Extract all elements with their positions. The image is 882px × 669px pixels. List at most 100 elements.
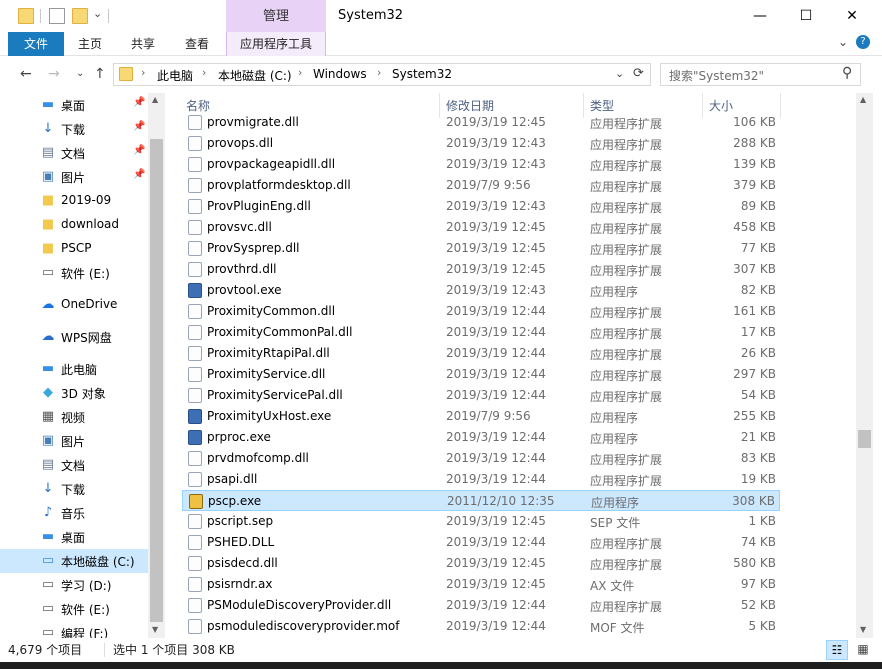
scroll-up-icon[interactable]: ▲ bbox=[860, 95, 866, 104]
nav-item-label: 软件 (E:) bbox=[61, 267, 110, 281]
nav-item[interactable]: ▭ 编程 (F:) bbox=[0, 621, 148, 638]
scroll-down-icon[interactable]: ▼ bbox=[860, 625, 866, 634]
nav-item[interactable]: ▭ 本地磁盘 (C:) bbox=[0, 549, 148, 573]
maximize-button[interactable]: ☐ bbox=[783, 0, 829, 32]
file-row[interactable]: provtool.exe 2019/3/19 12:43 应用程序 82 KB bbox=[182, 280, 780, 301]
help-icon[interactable]: ? bbox=[856, 35, 870, 49]
file-row[interactable]: ProximityUxHost.exe 2019/7/9 9:56 应用程序 255 … bbox=[182, 406, 780, 427]
file-list-scrollbar[interactable]: ▲ ▼ bbox=[856, 93, 873, 638]
tab-share[interactable]: 共享 bbox=[122, 32, 164, 56]
file-row[interactable]: psapi.dll 2019/3/19 12:44 应用程序扩展 19 KB bbox=[182, 469, 780, 490]
nav-item[interactable]: ▬ 桌面 📌 bbox=[0, 93, 148, 117]
file-row[interactable]: psisrndr.ax 2019/3/19 12:45 AX 文件 97 KB bbox=[182, 574, 780, 595]
recent-locations-button[interactable]: ⌄ bbox=[76, 68, 84, 79]
up-button[interactable]: ↑ bbox=[94, 66, 106, 82]
file-row[interactable]: provsvc.dll 2019/3/19 12:45 应用程序扩展 458 KB bbox=[182, 217, 780, 238]
file-row[interactable]: prvdmofcomp.dll 2019/3/19 12:44 应用程序扩展 83 K… bbox=[182, 448, 780, 469]
file-row[interactable]: provmigrate.dll 2019/3/19 12:45 应用程序扩展 106 … bbox=[182, 112, 780, 133]
search-box[interactable]: 搜索"System32" ⚲ bbox=[660, 63, 861, 86]
nav-item[interactable]: ▭ 学习 (D:) bbox=[0, 573, 148, 597]
breadcrumb-windows[interactable]: Windows bbox=[313, 67, 367, 81]
scroll-down-icon[interactable]: ▼ bbox=[152, 625, 158, 634]
expand-ribbon-icon[interactable]: ⌄ bbox=[838, 35, 848, 49]
nav-item[interactable]: ☁ WPS网盘 bbox=[0, 325, 148, 349]
file-row[interactable]: ProximityServicePal.dll 2019/3/19 12:44 应用… bbox=[182, 385, 780, 406]
tab-file[interactable]: 文件 bbox=[8, 32, 64, 56]
breadcrumb-separator[interactable]: › bbox=[377, 66, 381, 79]
customize-quick-access-icon[interactable]: ⌄ bbox=[93, 7, 102, 20]
breadcrumb-local-disk[interactable]: 本地磁盘 (C:) bbox=[218, 67, 292, 84]
nav-item[interactable]: ▦ 视频 bbox=[0, 405, 148, 429]
nav-item[interactable]: ↓ 下载 📌 bbox=[0, 117, 148, 141]
tab-home[interactable]: 主页 bbox=[70, 32, 110, 56]
nav-item[interactable]: ■ PSCP bbox=[0, 237, 148, 261]
nav-item[interactable]: ↓ 下载 bbox=[0, 477, 148, 501]
nav-item[interactable]: ◆ 3D 对象 bbox=[0, 381, 148, 405]
file-size: 297 KB bbox=[733, 367, 776, 381]
dll-file-icon bbox=[188, 472, 202, 487]
column-divider[interactable] bbox=[780, 93, 781, 118]
nav-scroll-thumb[interactable] bbox=[150, 139, 163, 622]
file-row[interactable]: provpackageapidll.dll 2019/3/19 12:43 应用程序… bbox=[182, 154, 780, 175]
file-row[interactable]: provthrd.dll 2019/3/19 12:45 应用程序扩展 307 KB bbox=[182, 259, 780, 280]
file-row[interactable]: ProximityRtapiPal.dll 2019/3/19 12:44 应用程序… bbox=[182, 343, 780, 364]
drive-icon: ▭ bbox=[41, 265, 55, 280]
file-name: ProximityServicePal.dll bbox=[207, 388, 343, 402]
nav-item[interactable]: ☁ OneDrive bbox=[0, 293, 148, 317]
file-row[interactable]: ProvSysprep.dll 2019/3/19 12:45 应用程序扩展 77 K… bbox=[182, 238, 780, 259]
nav-item[interactable]: ▤ 文档 bbox=[0, 453, 148, 477]
scroll-up-icon[interactable]: ▲ bbox=[152, 95, 158, 104]
file-row[interactable]: pscp.exe 2011/12/10 12:35 应用程序 308 KB bbox=[182, 490, 780, 511]
close-button[interactable]: ✕ bbox=[829, 0, 875, 32]
file-row[interactable]: ProximityCommon.dll 2019/3/19 12:44 应用程序扩展… bbox=[182, 301, 780, 322]
breadcrumb-separator[interactable]: › bbox=[298, 66, 302, 79]
nav-item[interactable]: ▬ 此电脑 bbox=[0, 357, 148, 381]
nav-item[interactable]: ▭ 软件 (E:) bbox=[0, 261, 148, 285]
large-icons-view-icon[interactable]: ▦ bbox=[852, 640, 874, 660]
nav-item[interactable]: ■ download bbox=[0, 213, 148, 237]
file-size: 77 KB bbox=[740, 241, 776, 255]
breadcrumb-separator[interactable]: › bbox=[202, 66, 206, 79]
nav-item[interactable]: ▭ 软件 (E:) bbox=[0, 597, 148, 621]
file-type: 应用程序扩展 bbox=[590, 558, 663, 572]
file-row[interactable]: provops.dll 2019/3/19 12:43 应用程序扩展 288 KB bbox=[182, 133, 780, 154]
new-folder-icon[interactable] bbox=[72, 8, 88, 24]
address-dropdown-icon[interactable]: ⌄ bbox=[615, 67, 624, 80]
minimize-button[interactable]: — bbox=[737, 0, 783, 32]
file-name: psisdecd.dll bbox=[207, 556, 278, 570]
address-bar[interactable]: › 此电脑 › 本地磁盘 (C:) › Windows › System32 ⌄… bbox=[113, 63, 651, 86]
3d-objects-icon: ◆ bbox=[43, 385, 53, 400]
forward-button[interactable]: → bbox=[48, 66, 60, 82]
file-row[interactable]: provplatformdesktop.dll 2019/7/9 9:56 应用程序… bbox=[182, 175, 780, 196]
nav-item[interactable]: ▣ 图片 📌 bbox=[0, 165, 148, 189]
tab-application-tools[interactable]: 应用程序工具 bbox=[226, 32, 326, 56]
breadcrumb-separator[interactable]: › bbox=[141, 66, 145, 79]
file-name: ProximityUxHost.exe bbox=[207, 409, 332, 423]
file-row[interactable]: ProvPluginEng.dll 2019/3/19 12:43 应用程序扩展 89… bbox=[182, 196, 780, 217]
file-row[interactable]: ProximityCommonPal.dll 2019/3/19 12:44 应用程… bbox=[182, 322, 780, 343]
properties-icon[interactable] bbox=[49, 8, 65, 24]
refresh-icon[interactable]: ⟳ bbox=[633, 66, 644, 81]
tab-view[interactable]: 查看 bbox=[176, 32, 218, 56]
file-row[interactable]: PSHED.DLL 2019/3/19 12:44 应用程序扩展 74 KB bbox=[182, 532, 780, 553]
file-row[interactable]: psisdecd.dll 2019/3/19 12:45 应用程序扩展 580 KB bbox=[182, 553, 780, 574]
nav-item[interactable]: ▬ 桌面 bbox=[0, 525, 148, 549]
search-input[interactable]: 搜索"System32" bbox=[669, 67, 764, 84]
nav-item[interactable]: ▤ 文档 📌 bbox=[0, 141, 148, 165]
back-button[interactable]: ← bbox=[20, 66, 32, 82]
nav-item-label: 文档 bbox=[61, 147, 86, 161]
nav-item[interactable]: ♪ 音乐 bbox=[0, 501, 148, 525]
file-row[interactable]: prproc.exe 2019/3/19 12:44 应用程序 21 KB bbox=[182, 427, 780, 448]
nav-item[interactable]: ■ 2019-09 bbox=[0, 189, 148, 213]
file-row[interactable]: PSModuleDiscoveryProvider.dll 2019/3/19 1… bbox=[182, 595, 780, 616]
details-view-icon[interactable]: ☷ bbox=[826, 640, 848, 660]
dll-file-icon bbox=[188, 304, 202, 319]
file-row[interactable]: psmodulediscoveryprovider.mof 2019/3/19 1… bbox=[182, 616, 780, 637]
file-list-scroll-thumb[interactable] bbox=[858, 430, 871, 448]
breadcrumb-system32[interactable]: System32 bbox=[392, 67, 452, 81]
breadcrumb-this-pc[interactable]: 此电脑 bbox=[157, 67, 193, 84]
search-icon[interactable]: ⚲ bbox=[842, 65, 852, 81]
file-row[interactable]: pscript.sep 2019/3/19 12:45 SEP 文件 1 KB bbox=[182, 511, 780, 532]
file-row[interactable]: ProximityService.dll 2019/3/19 12:44 应用程序扩… bbox=[182, 364, 780, 385]
nav-item[interactable]: ▣ 图片 bbox=[0, 429, 148, 453]
